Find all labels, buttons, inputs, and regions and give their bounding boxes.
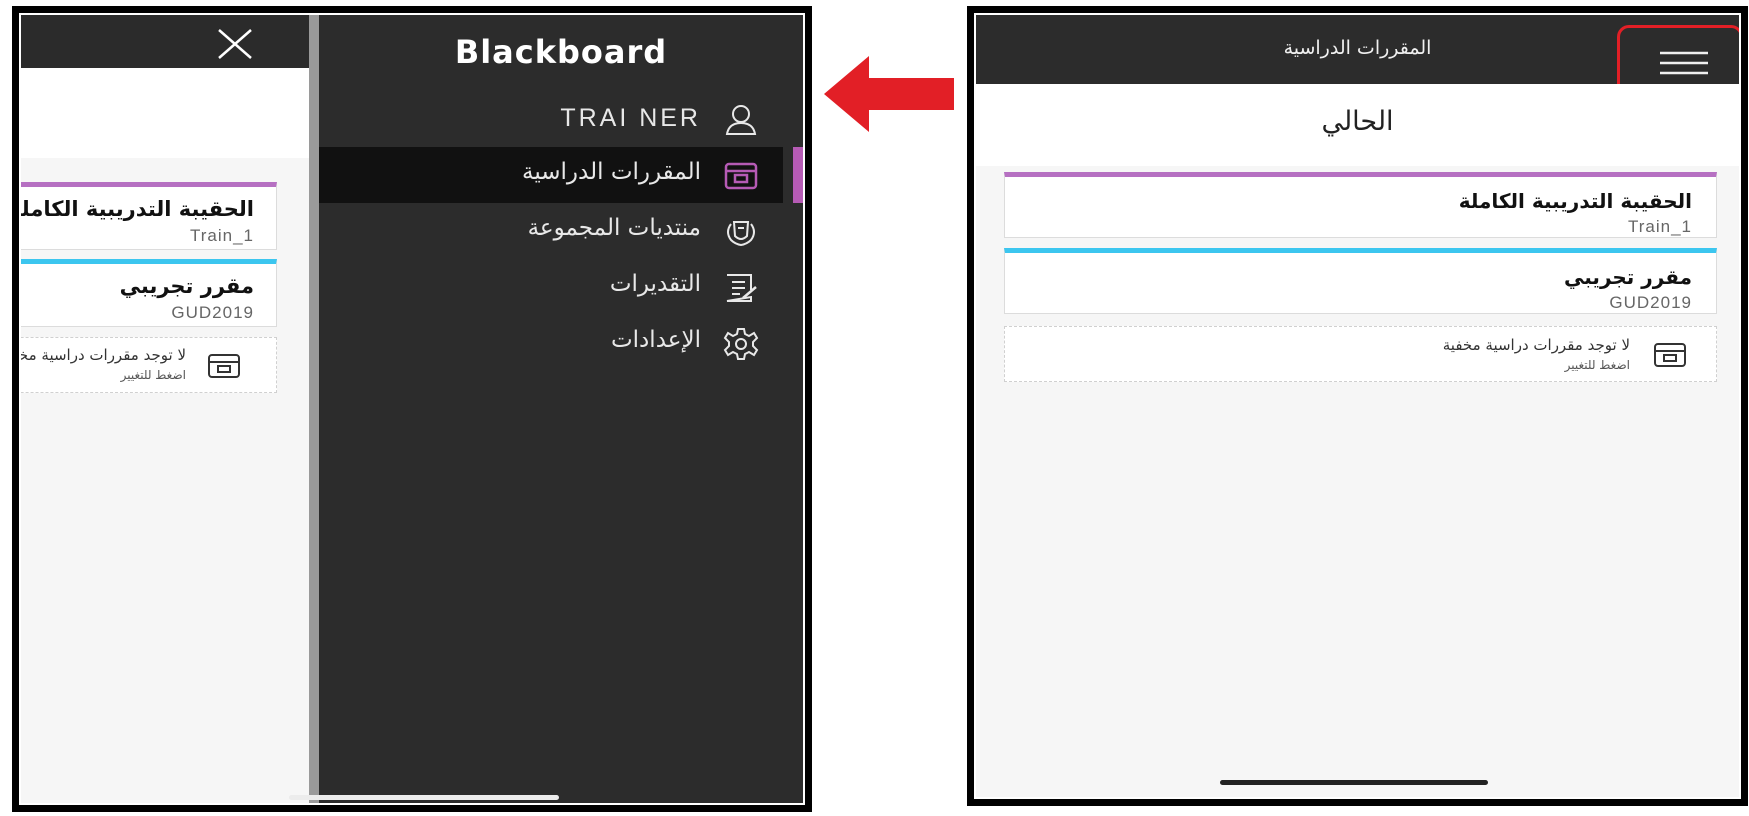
course-code: Train_1 [189,226,254,245]
phone-screen-left: الحقيبة التدريبية الكاملة Train_1 مقرر ت… [19,13,805,805]
organizations-icon [727,221,755,247]
course-title: الحقيبة التدريبية الكاملة [21,197,254,221]
archive-box-icon [208,354,240,378]
phone-screen-right: المقررات الدراسية الحالي الحقيبة التدريب… [974,13,1741,799]
background-top-bar [21,15,309,68]
current-section-header: الحالي [976,84,1739,166]
course-code: Train_1 [1627,217,1692,236]
archive-box-icon [1654,343,1686,367]
drawer-item-label: التقديرات [609,271,701,297]
course-title: مقرر تجريبي [1564,265,1692,289]
course-card[interactable]: الحقيبة التدريبية الكاملة Train_1 [21,182,277,250]
hidden-courses-text: لا توجد مقررات دراسية مخفية [21,346,186,364]
course-title: الحقيبة التدريبية الكاملة [1458,189,1692,213]
course-card[interactable]: الحقيبة التدريبية الكاملة Train_1 [1004,172,1717,238]
drawer-item-label: منتديات المجموعة [527,215,701,241]
course-card[interactable]: مقرر تجريبي GUD2019 [21,259,277,327]
close-icon[interactable] [211,27,259,61]
blackboard-logo: Blackboard [454,33,668,71]
hidden-courses-hint: اضغط للتغيير [120,368,186,382]
current-heading-area [21,68,309,158]
drawer-item-organizations[interactable]: منتديات المجموعة [319,203,783,259]
drawer-item-courses[interactable]: المقررات الدراسية [319,147,803,203]
home-indicator [1220,780,1488,785]
drawer-shadow-edge [309,15,319,803]
hamburger-menu-icon [1660,51,1708,75]
user-icon [725,105,757,135]
courses-icon [724,162,758,190]
arrow-left-icon [824,56,954,132]
hidden-courses-row[interactable]: لا توجد مقررات دراسية مخفية اضغط للتغيير [21,337,277,393]
course-card[interactable]: مقرر تجريبي GUD2019 [1004,248,1717,314]
course-code: GUD2019 [171,303,254,322]
drawer-item-profile[interactable]: TRAI NER [319,91,783,147]
course-title: مقرر تجريبي [119,274,254,298]
course-code: GUD2019 [1609,293,1692,312]
hidden-courses-row[interactable]: لا توجد مقررات دراسية مخفية اضغط للتغيير [1004,326,1717,382]
section-heading: الحالي [1321,106,1394,137]
home-indicator [289,795,559,800]
drawer-item-settings[interactable]: الإعدادات [319,315,783,371]
navigation-drawer: Blackboard TRAI NER المقررات الدراسية من… [319,15,803,803]
settings-icon [723,328,759,360]
drawer-item-label: المقررات الدراسية [522,159,701,185]
phone-screenshot-courses: المقررات الدراسية الحالي الحقيبة التدريب… [967,6,1748,806]
course-list: الحقيبة التدريبية الكاملة Train_1 مقرر ت… [976,166,1739,797]
drawer-item-label: TRAI NER [560,104,701,132]
phone-screenshot-menu-open: الحقيبة التدريبية الكاملة Train_1 مقرر ت… [12,6,812,812]
drawer-item-grades[interactable]: التقديرات [319,259,783,315]
hidden-courses-hint: اضغط للتغيير [1564,358,1630,372]
drawer-item-label: الإعدادات [611,327,701,353]
hidden-courses-text: لا توجد مقررات دراسية مخفية [1442,336,1630,354]
grades-icon [726,274,757,302]
course-list-background: الحقيبة التدريبية الكاملة Train_1 مقرر ت… [21,15,309,803]
